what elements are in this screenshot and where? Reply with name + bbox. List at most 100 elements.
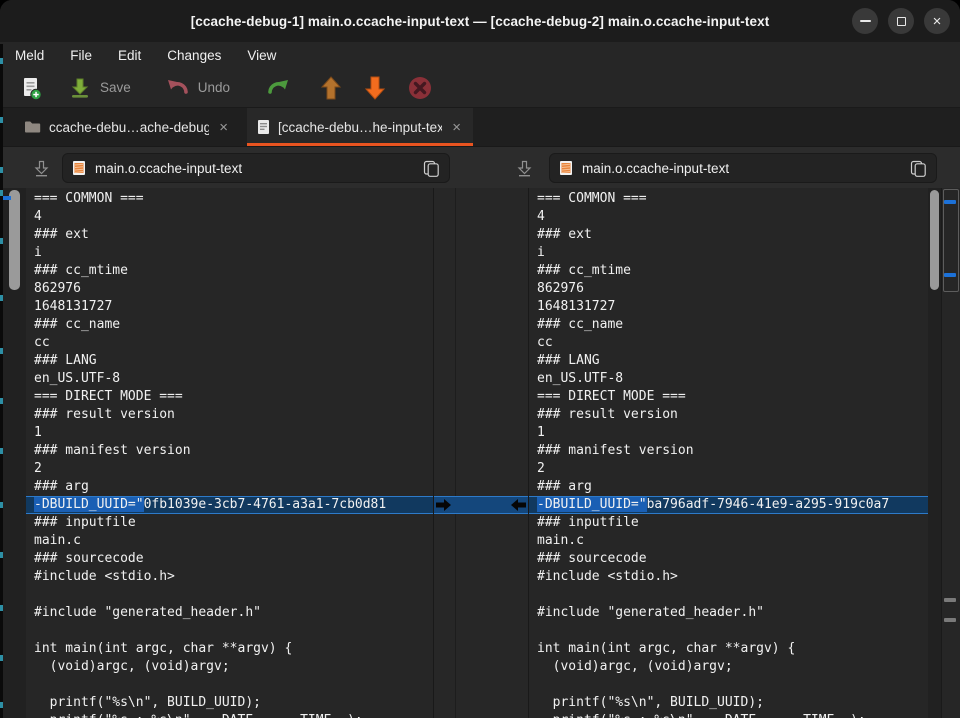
- diff-chunk-marker: [944, 598, 956, 602]
- copy-icon[interactable]: [910, 160, 927, 177]
- next-change-button[interactable]: [363, 75, 387, 101]
- previous-change-button[interactable]: [319, 75, 343, 101]
- menu-view[interactable]: View: [234, 45, 289, 66]
- code-line: #include "generated_header.h": [537, 604, 928, 622]
- code-line: 4: [34, 208, 433, 226]
- code-line: printf("%s\n", BUILD_UUID);: [34, 694, 433, 712]
- scrollbar-right[interactable]: [928, 188, 941, 718]
- background-artifact: [0, 167, 3, 173]
- window-controls: ×: [852, 0, 950, 42]
- overview-map[interactable]: [941, 188, 960, 718]
- save-button[interactable]: Save: [68, 76, 131, 100]
- code-line: i: [34, 244, 433, 262]
- close-button[interactable]: ×: [924, 8, 950, 34]
- tab-label: [ccache-debu…he-input-text: [278, 120, 442, 135]
- code-line: ### cc_mtime: [537, 262, 928, 280]
- code-line: ### ext: [537, 226, 928, 244]
- menu-meld[interactable]: Meld: [2, 45, 57, 66]
- code-line: 2: [537, 460, 928, 478]
- diff-changed-line: -DBUILD_UUID="ba796adf-7946-41e9-a295-91…: [529, 496, 928, 514]
- menu-changes[interactable]: Changes: [154, 45, 234, 66]
- stop-button[interactable]: [407, 75, 433, 101]
- background-artifact: [0, 552, 3, 558]
- new-comparison-button[interactable]: [18, 75, 44, 101]
- background-artifact: [0, 348, 3, 354]
- background-artifact: [0, 605, 3, 611]
- background-artifact: [0, 502, 3, 508]
- code-line: === DIRECT MODE ===: [34, 388, 433, 406]
- text-pane-left[interactable]: === COMMON ===4### exti### cc_mtime86297…: [26, 188, 433, 718]
- background-window-edge: [0, 44, 3, 718]
- redo-button[interactable]: [266, 77, 291, 99]
- meld-window: [ccache-debug-1] main.o.ccache-input-tex…: [0, 0, 960, 718]
- copy-icon[interactable]: [423, 160, 440, 177]
- code-line: ### inputfile: [34, 514, 433, 532]
- tab-close-icon[interactable]: ×: [217, 120, 230, 135]
- code-line: ### manifest version: [537, 442, 928, 460]
- code-line: ### cc_name: [537, 316, 928, 334]
- undo-button[interactable]: Undo: [165, 77, 230, 99]
- code-line: ### result version: [34, 406, 433, 424]
- scrollbar-thumb[interactable]: [9, 190, 20, 290]
- toolbar: Save Undo: [0, 68, 960, 108]
- menu-edit[interactable]: Edit: [105, 45, 154, 66]
- code-line: #include "generated_header.h": [34, 604, 433, 622]
- background-artifact: [0, 398, 3, 404]
- code-line: i: [537, 244, 928, 262]
- file-selector-right[interactable]: main.o.ccache-input-text: [549, 153, 937, 183]
- merge-right-arrow[interactable]: [436, 499, 451, 511]
- code-line: 862976: [34, 280, 433, 298]
- code-line: 4: [537, 208, 928, 226]
- new-document-icon: [18, 75, 44, 101]
- file-selector-left[interactable]: main.o.ccache-input-text: [62, 153, 450, 183]
- code-line: int main(int argc, char **argv) {: [34, 640, 433, 658]
- code-line: ### LANG: [34, 352, 433, 370]
- text-pane-right[interactable]: === COMMON ===4### exti### cc_mtime86297…: [528, 188, 928, 718]
- code-line: [537, 586, 928, 604]
- save-arrow-icon: [34, 160, 49, 177]
- code-line: 1: [34, 424, 433, 442]
- stop-icon: [407, 75, 433, 101]
- maximize-button[interactable]: [888, 8, 914, 34]
- code-line: ### arg: [34, 478, 433, 496]
- titlebar[interactable]: [ccache-debug-1] main.o.ccache-input-tex…: [0, 0, 960, 42]
- background-artifact: [0, 190, 3, 196]
- undo-label: Undo: [198, 80, 230, 95]
- code-line: [537, 622, 928, 640]
- save-pane-right-button[interactable]: [517, 160, 532, 182]
- filename-right: main.o.ccache-input-text: [582, 161, 901, 176]
- folder-icon: [24, 120, 41, 134]
- window-title: [ccache-debug-1] main.o.ccache-input-tex…: [191, 14, 770, 29]
- file-icon: [559, 160, 573, 176]
- file-icon: [72, 160, 86, 176]
- code-line: [34, 622, 433, 640]
- tab-folder-comparison[interactable]: ccache-debu…ache-debug-2 ×: [14, 108, 240, 146]
- code-line: #include <stdio.h>: [34, 568, 433, 586]
- code-line: ### result version: [537, 406, 928, 424]
- menu-file[interactable]: File: [57, 45, 105, 66]
- tab-file-comparison[interactable]: [ccache-debu…he-input-text ×: [247, 108, 473, 146]
- merge-left-arrow[interactable]: [511, 499, 526, 511]
- code-line: [537, 676, 928, 694]
- scrollbar-left[interactable]: [3, 188, 26, 718]
- background-artifact: [0, 448, 3, 454]
- code-line: === COMMON ===: [537, 190, 928, 208]
- save-pane-left-button[interactable]: [34, 160, 49, 182]
- scrollbar-thumb[interactable]: [930, 190, 939, 290]
- diff-chunk-marker: [3, 196, 11, 200]
- merge-gutter: [433, 188, 528, 718]
- code-line: [34, 676, 433, 694]
- code-line: ### inputfile: [537, 514, 928, 532]
- minimize-button[interactable]: [852, 8, 878, 34]
- code-line: printf("%s : %s\n", __DATE__, __TIME__);: [34, 712, 433, 718]
- diff-content: === COMMON ===4### exti### cc_mtime86297…: [0, 188, 960, 718]
- code-line: ### sourcecode: [537, 550, 928, 568]
- code-line: #include <stdio.h>: [537, 568, 928, 586]
- redo-icon: [266, 77, 291, 99]
- code-line: ### cc_name: [34, 316, 433, 334]
- arrow-down-icon: [363, 75, 387, 101]
- maximize-icon: [897, 17, 906, 26]
- code-line: 1648131727: [34, 298, 433, 316]
- tab-close-icon[interactable]: ×: [450, 120, 463, 135]
- filename-left: main.o.ccache-input-text: [95, 161, 414, 176]
